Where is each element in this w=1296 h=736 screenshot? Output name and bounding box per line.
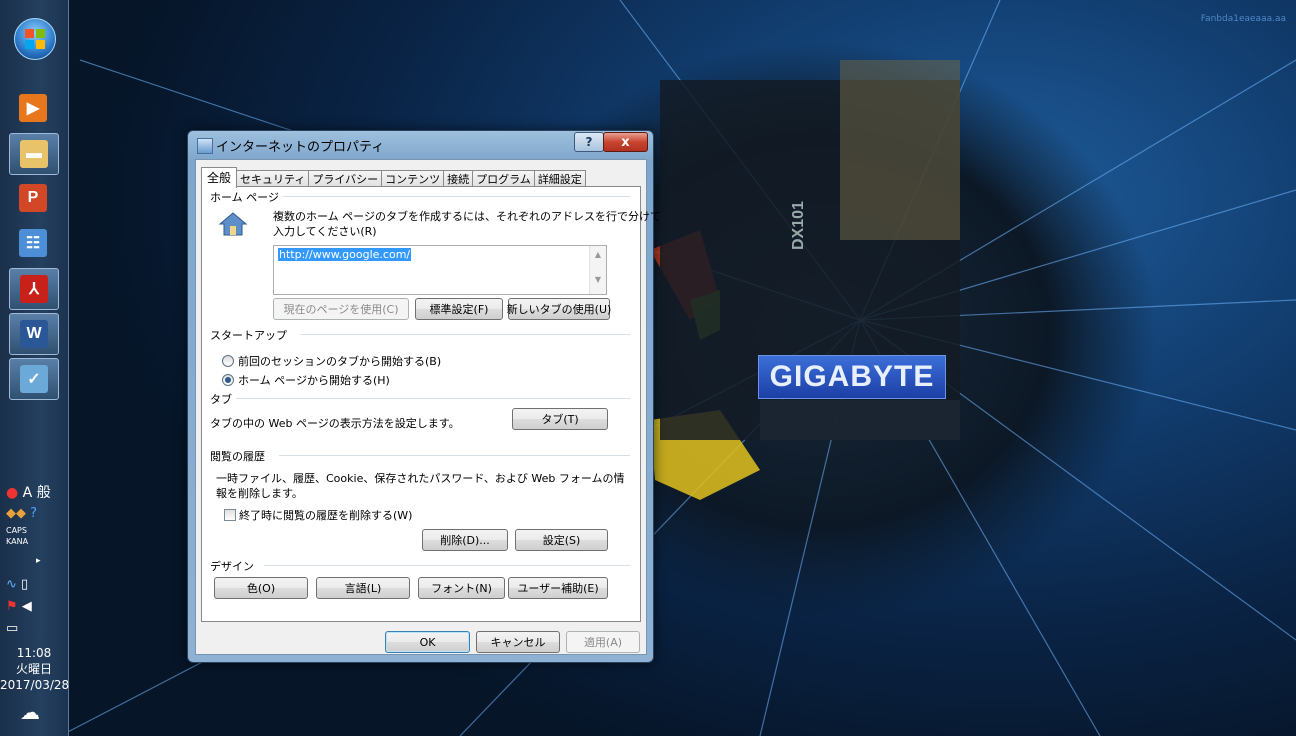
home-page-url-input[interactable]: http://www.google.com/ ▲ ▼ [273, 245, 607, 295]
close-button[interactable]: x [603, 132, 648, 152]
volume-icon: ◀ [21, 599, 32, 614]
start-button[interactable] [14, 18, 56, 60]
gigabyte-logo: GIGABYTE [758, 355, 946, 399]
cloud-icon[interactable]: ☁ [20, 700, 40, 724]
history-description-2: 報を削除します。 [216, 487, 303, 500]
folder-icon: ▬ [20, 140, 48, 168]
clock-weekday: 火曜日 [15, 662, 52, 676]
dialog-client-area: 全般 セキュリティ プライバシー コンテンツ 接続 プログラム 詳細設定 ホーム… [195, 159, 661, 655]
use-current-button[interactable]: 現在のページを使用(C) [273, 298, 409, 320]
battery-icon: ▭ [6, 621, 19, 636]
control-panel-icon: ☷ [19, 229, 47, 257]
startup-home-label[interactable]: ホーム ページから開始する(H) [238, 372, 390, 388]
tab-general[interactable]: 全般 [201, 167, 238, 188]
tray-expand-icon[interactable]: ▸ [36, 556, 41, 566]
device-icon: ▯ [21, 577, 29, 592]
languages-button[interactable]: 言語(L) [316, 577, 410, 599]
divider [210, 565, 630, 566]
tray-icons-row1[interactable]: ∿ ▯ [6, 577, 28, 592]
colors-button[interactable]: 色(O) [214, 577, 308, 599]
accessibility-button[interactable]: ユーザー補助(E) [508, 577, 608, 599]
internet-options-icon: ✓ [20, 365, 48, 393]
help-icon: ? [30, 506, 38, 521]
kana-indicator: KANA [6, 537, 29, 546]
home-page-heading: ホーム ページ [210, 189, 283, 205]
home-page-description-2: 入力してください(R) [273, 225, 377, 238]
url-scrollbar[interactable]: ▲ ▼ [589, 246, 606, 294]
taskbar-control-panel[interactable]: ☷ [9, 223, 57, 263]
startup-home-radio[interactable] [222, 374, 234, 386]
history-settings-button[interactable]: 設定(S) [515, 529, 608, 551]
delete-on-exit-label[interactable]: 終了時に閲覧の履歴を削除する(W) [239, 507, 412, 523]
ime-tools[interactable]: ◆◆ ? [6, 506, 37, 521]
taskbar-media-player[interactable]: ▶ [9, 88, 57, 128]
taskbar-acrobat[interactable]: ⅄ [9, 268, 59, 310]
history-description-1: 一時ファイル、履歴、Cookie、保存されたパスワード、および Web フォーム… [216, 472, 625, 485]
ime-icon: ● [6, 485, 19, 501]
taskbar-explorer[interactable]: ▬ [9, 133, 59, 175]
tab-strip: 全般 セキュリティ プライバシー コンテンツ 接続 プログラム 詳細設定 [201, 167, 586, 188]
history-heading: 閲覧の履歴 [210, 448, 279, 464]
taskbar-internet-options[interactable]: ✓ [9, 358, 59, 400]
windows-logo-icon [25, 29, 45, 49]
clock-date: 2017/03/28 [0, 678, 70, 692]
clock[interactable]: 11:08 火曜日 2017/03/28 [0, 645, 70, 693]
tray-icons-row3[interactable]: ▭ [6, 621, 18, 636]
ime-tool-icon: ◆◆ [6, 506, 26, 521]
cancel-button[interactable]: キャンセル [476, 631, 560, 653]
board-model-label: DX101 [790, 201, 807, 250]
ok-button[interactable]: OK [385, 631, 470, 653]
startup-tabs-radio[interactable] [222, 355, 234, 367]
apply-button[interactable]: 適用(A) [566, 631, 640, 653]
powerpoint-icon: P [19, 184, 47, 212]
use-new-tab-button[interactable]: 新しいタブの使用(U) [507, 298, 611, 320]
caps-indicator: CAPS [6, 526, 27, 535]
scroll-down-icon[interactable]: ▼ [590, 275, 606, 284]
dialog-title: インターネットのプロパティ [216, 140, 385, 155]
tabs-heading: タブ [210, 391, 236, 407]
tray-icons-row2[interactable]: ⚑ ◀ [6, 599, 32, 614]
dialog-titlebar[interactable]: インターネットのプロパティ ? x [188, 131, 653, 157]
divider [210, 398, 630, 399]
home-page-url-text: http://www.google.com/ [278, 248, 412, 261]
delete-on-exit-checkbox[interactable] [224, 509, 236, 521]
fonts-button[interactable]: フォント(N) [418, 577, 505, 599]
scroll-up-icon[interactable]: ▲ [590, 250, 606, 259]
delete-history-button[interactable]: 削除(D)... [422, 529, 508, 551]
word-icon: W [20, 320, 48, 348]
taskbar-word[interactable]: W [9, 313, 59, 355]
use-default-button[interactable]: 標準設定(F) [415, 298, 503, 320]
internet-properties-dialog: インターネットのプロパティ ? x 全般 セキュリティ プライバシー コンテンツ… [187, 130, 661, 663]
ime-indicator[interactable]: ● A 般 [6, 482, 51, 502]
startup-tabs-label[interactable]: 前回のセッションのタブから開始する(B) [238, 353, 441, 369]
clock-time: 11:08 [16, 646, 52, 660]
help-button[interactable]: ? [574, 132, 604, 152]
network-icon: ∿ [6, 577, 17, 592]
tabs-settings-button[interactable]: タブ(T) [512, 408, 608, 430]
media-player-icon: ▶ [19, 94, 47, 122]
flag-icon: ⚑ [6, 599, 18, 614]
taskbar: ▶ ▬ P ☷ ⅄ W ✓ ● A 般 ◆◆ ? CAPS KANA ▸ ∿ ▯… [0, 0, 69, 736]
acrobat-icon: ⅄ [20, 275, 48, 303]
home-page-description-1: 複数のホーム ページのタブを作成するには、それぞれのアドレスを行で分けて [273, 210, 661, 223]
tabs-description: タブの中の Web ページの表示方法を設定します。 [210, 417, 460, 430]
internet-options-icon [197, 138, 213, 154]
home-icon [218, 211, 248, 240]
wallpaper-watermark: Fanbda1eaeaaa.aa [1200, 14, 1286, 24]
taskbar-powerpoint[interactable]: P [9, 178, 57, 218]
general-tab-panel: ホーム ページ 複数のホーム ページのタブを作成するには、それぞれのアドレスを行… [201, 186, 661, 622]
design-heading: デザイン [210, 558, 264, 574]
startup-heading: スタートアップ [210, 327, 301, 343]
